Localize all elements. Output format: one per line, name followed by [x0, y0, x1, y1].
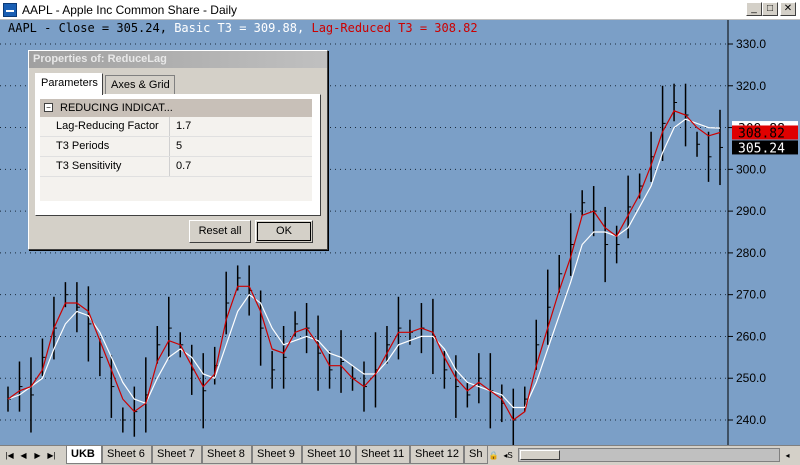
sheet-tab-9[interactable]: Sheet 9 — [252, 446, 302, 464]
tab-parameters[interactable]: Parameters — [35, 73, 103, 95]
title-bar: AAPL - Apple Inc Common Share - Daily _ … — [0, 0, 800, 20]
y-tick-label: 280.0 — [736, 246, 766, 260]
sheet-tab-partial[interactable]: Sh — [464, 446, 488, 464]
sheet-tab-6[interactable]: Sheet 6 — [102, 446, 152, 464]
price-label-close: 305.24 — [738, 141, 785, 156]
y-tick-label: 240.0 — [736, 413, 766, 427]
last-sheet-button[interactable]: ▶| — [46, 449, 57, 462]
prev-sheet-button[interactable]: ◀ — [18, 449, 29, 462]
y-tick-label: 320.0 — [736, 79, 766, 93]
scroll-right-button[interactable]: ◂ — [782, 449, 793, 462]
property-grid: − REDUCING INDICAT... Lag-Reducing Facto… — [40, 99, 312, 201]
scroll-sheet-button[interactable]: ◂S — [500, 449, 516, 462]
legend-close: AAPL - Close = 305.24, — [8, 21, 167, 35]
lag-factor-field[interactable]: 1.7 — [170, 117, 312, 136]
sheet-tab-bar: |◀ ◀ ▶ ▶| UKB Sheet 6 Sheet 7 Sheet 8 Sh… — [0, 445, 800, 465]
legend-reduced-t3: Lag-Reduced T3 = 308.82 — [311, 21, 478, 35]
property-name: T3 Sensitivity — [40, 157, 170, 176]
close-button[interactable]: ✕ — [780, 2, 796, 16]
tab-axes-grid[interactable]: Axes & Grid — [105, 75, 175, 95]
first-sheet-button[interactable]: |◀ — [4, 449, 15, 462]
maximize-button[interactable]: □ — [762, 2, 778, 16]
chart-legend: AAPL - Close = 305.24, Basic T3 = 309.88… — [8, 21, 478, 35]
y-tick-label: 330.0 — [736, 37, 766, 51]
parameters-panel: − REDUCING INDICAT... Lag-Reducing Facto… — [35, 94, 321, 216]
property-name: T3 Periods — [40, 137, 170, 156]
y-tick-label: 290.0 — [736, 204, 766, 218]
dialog-title[interactable]: Properties of: ReduceLag — [29, 51, 327, 68]
property-name: Lag-Reducing Factor — [40, 117, 170, 136]
sheet-tab-10[interactable]: Sheet 10 — [302, 446, 356, 464]
category-row[interactable]: − REDUCING INDICAT... — [40, 99, 312, 117]
next-sheet-button[interactable]: ▶ — [32, 449, 43, 462]
sheet-tab-ukb[interactable]: UKB — [66, 446, 102, 464]
collapse-icon[interactable]: − — [44, 103, 53, 112]
sheet-tab-7[interactable]: Sheet 7 — [152, 446, 202, 464]
window-title: AAPL - Apple Inc Common Share - Daily — [22, 3, 237, 17]
chart-app-icon — [3, 3, 17, 17]
minimize-button[interactable]: _ — [746, 2, 762, 16]
y-tick-label: 250.0 — [736, 371, 766, 385]
lock-icon[interactable]: 🔒 — [488, 449, 499, 462]
y-tick-label: 300.0 — [736, 162, 766, 176]
sheet-tab-11[interactable]: Sheet 11 — [356, 446, 410, 464]
sheet-tab-8[interactable]: Sheet 8 — [202, 446, 252, 464]
property-row[interactable]: T3 Sensitivity 0.7 — [40, 157, 312, 177]
properties-dialog[interactable]: Properties of: ReduceLag Parameters Axes… — [28, 50, 328, 250]
sheet-tab-12[interactable]: Sheet 12 — [410, 446, 464, 464]
t3-periods-field[interactable]: 5 — [170, 137, 312, 156]
legend-basic-t3: Basic T3 = 309.88, — [174, 21, 305, 35]
y-tick-label: 270.0 — [736, 288, 766, 302]
property-row[interactable]: Lag-Reducing Factor 1.7 — [40, 117, 312, 137]
y-tick-label: 260.0 — [736, 329, 766, 343]
ok-button[interactable]: OK — [255, 220, 313, 243]
reset-all-button[interactable]: Reset all — [189, 220, 251, 243]
property-row[interactable]: T3 Periods 5 — [40, 137, 312, 157]
price-label-reduced: 308.82 — [738, 126, 785, 141]
grid-empty-area — [40, 177, 312, 201]
t3-sensitivity-field[interactable]: 0.7 — [170, 157, 312, 176]
category-label: REDUCING INDICAT... — [60, 102, 173, 114]
scrollbar-thumb[interactable] — [520, 450, 560, 460]
